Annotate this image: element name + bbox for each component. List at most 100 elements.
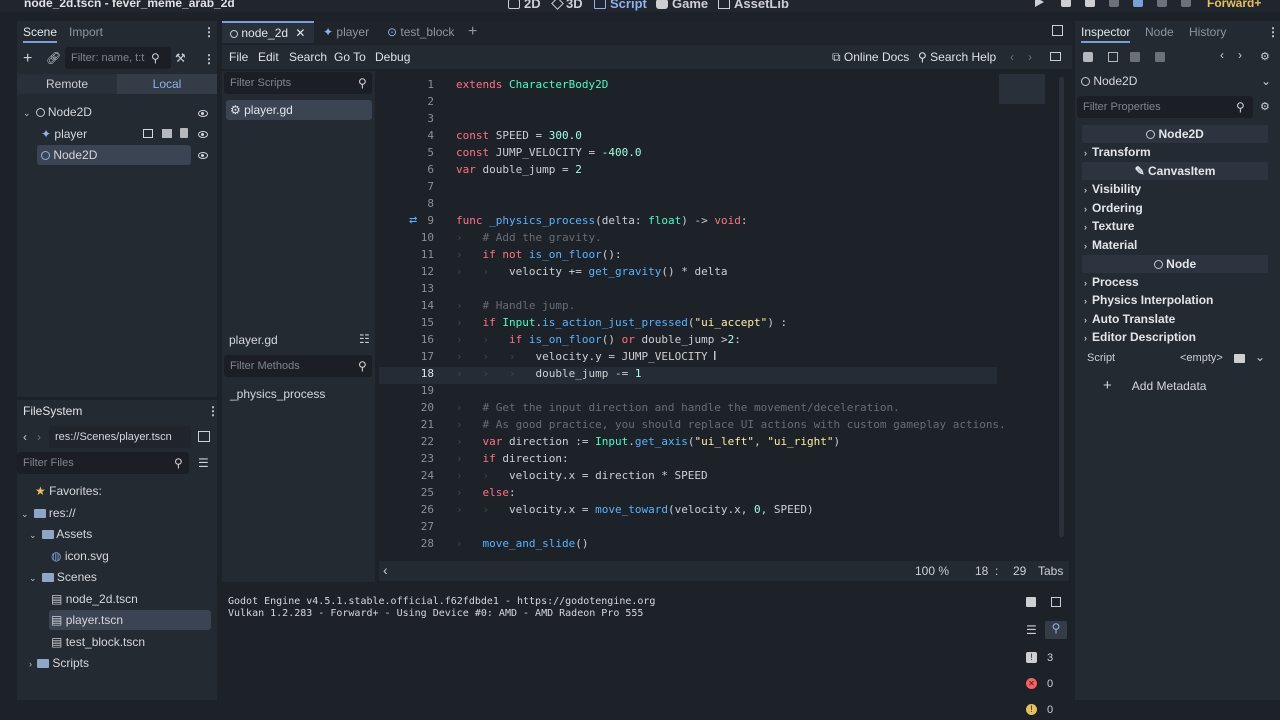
play-scene-icon[interactable] xyxy=(1109,0,1119,7)
movie-icon[interactable] xyxy=(1157,0,1167,7)
search-output-icon[interactable]: ⚲ xyxy=(1045,621,1067,639)
back-arrow-icon[interactable]: ‹ xyxy=(23,430,27,444)
load-resource-icon[interactable] xyxy=(1108,52,1118,62)
filesystem-filter-input[interactable]: Filter Files xyxy=(17,452,189,474)
code-line[interactable]: › › if is_on_floor() or double_jump >2: xyxy=(456,331,741,348)
section-ordering[interactable]: › Ordering xyxy=(1084,199,1143,217)
menu-search[interactable]: Search xyxy=(289,50,327,64)
code-line[interactable]: var double_jump = 2 xyxy=(456,161,582,178)
filter-lines-icon[interactable]: ☰ xyxy=(1026,623,1037,637)
tree-item-node2d-root[interactable]: ⌄ Node2D xyxy=(23,102,211,122)
link-icon[interactable]: 🔗︎ xyxy=(46,51,61,65)
history-back-icon[interactable]: ‹ xyxy=(1220,48,1224,62)
remote-debug-icon[interactable] xyxy=(1133,0,1143,7)
close-icon[interactable]: ✕ xyxy=(295,26,305,40)
sort-icon[interactable]: ☰ xyxy=(198,456,209,470)
file-player-tscn[interactable]: ▤ player.tscn xyxy=(49,610,211,630)
play-icon[interactable] xyxy=(1035,0,1044,7)
indent-mode[interactable]: Tabs xyxy=(1038,564,1063,578)
favorites-item[interactable]: ★ Favorites: xyxy=(35,481,102,501)
object-menu-icon[interactable]: ⚙ xyxy=(1260,50,1270,63)
code-line[interactable]: › var direction := Input.get_axis("ui_le… xyxy=(456,433,840,450)
folder-scripts[interactable]: › Scripts xyxy=(29,653,89,673)
history-forward-icon[interactable]: › xyxy=(1028,50,1032,64)
file-test-block-tscn[interactable]: ▤ test_block.tscn xyxy=(51,632,145,652)
add-tab-icon[interactable]: + xyxy=(468,21,477,43)
add-metadata-button[interactable]: + Add Metadata xyxy=(1103,376,1243,396)
pause-icon[interactable] xyxy=(1061,0,1071,7)
menu-goto[interactable]: Go To xyxy=(334,50,366,64)
code-line[interactable]: func _physics_process(delta: float) -> v… xyxy=(456,212,747,229)
code-line[interactable]: extends CharacterBody2D xyxy=(456,76,608,93)
sort-methods-icon[interactable]: ☷ xyxy=(359,332,370,346)
tree-item-player[interactable]: ✦ player xyxy=(41,124,87,144)
method-list-item[interactable]: _physics_process xyxy=(230,387,325,401)
section-auto-translate[interactable]: › Auto Translate xyxy=(1084,310,1175,328)
code-line[interactable]: › if not is_on_floor(): xyxy=(456,246,622,263)
editor-tab-player[interactable]: ✦ player xyxy=(323,21,369,43)
visibility-eye-icon[interactable] xyxy=(198,110,208,117)
script-icon[interactable] xyxy=(180,128,188,138)
file-icon-svg[interactable]: ◍ icon.svg xyxy=(51,546,109,566)
tab-import[interactable]: Import xyxy=(69,21,103,43)
code-line[interactable]: › › velocity.x = move_toward(velocity.x,… xyxy=(456,501,814,518)
settings-icon[interactable] xyxy=(1181,0,1191,7)
code-line[interactable]: › else: xyxy=(456,484,516,501)
forward-arrow-icon[interactable]: › xyxy=(37,430,41,444)
search-help-button[interactable]: ⚲ Search Help xyxy=(918,50,996,64)
code-line[interactable]: const JUMP_VELOCITY = -400.0 xyxy=(456,144,641,161)
remote-button[interactable]: Remote xyxy=(17,74,117,94)
history-forward-icon[interactable]: › xyxy=(1238,48,1242,62)
tab-inspector[interactable]: Inspector xyxy=(1081,21,1131,43)
tab-history[interactable]: History xyxy=(1189,21,1226,43)
code-line[interactable]: const SPEED = 300.0 xyxy=(456,127,582,144)
code-line[interactable]: › if Input.is_action_just_pressed("ui_ac… xyxy=(456,314,787,331)
dock-menu-icon[interactable]: ⋮ xyxy=(203,25,215,39)
zoom-level[interactable]: 100 % xyxy=(915,564,949,578)
code-line[interactable]: › › › double_jump -= 1 xyxy=(456,365,641,382)
distraction-free-icon[interactable] xyxy=(1052,25,1063,36)
property-options-icon[interactable]: ⚙ xyxy=(1260,100,1270,113)
save-icon[interactable] xyxy=(1130,52,1140,62)
section-material[interactable]: › Material xyxy=(1084,236,1137,254)
script-list-item[interactable]: ⚙ player.gd xyxy=(226,100,372,120)
file-node2d-tscn[interactable]: ▤ node_2d.tscn xyxy=(51,589,138,609)
tab-scene[interactable]: Scene xyxy=(23,21,58,43)
error-icon[interactable]: ✕ xyxy=(1026,678,1037,689)
visibility-eye-icon[interactable] xyxy=(198,152,208,159)
scene-menu-icon[interactable]: ⋮ xyxy=(203,52,215,66)
folder-scenes[interactable]: ⌄ Scenes xyxy=(29,567,97,587)
filter-scripts-input[interactable]: Filter Scripts xyxy=(224,72,372,94)
section-transform[interactable]: › Transform xyxy=(1084,143,1151,161)
section-physics-interpolation[interactable]: › Physics Interpolation xyxy=(1084,291,1213,309)
float-window-icon[interactable] xyxy=(1050,52,1061,61)
code-line[interactable]: › # Get the input direction and handle t… xyxy=(456,399,900,416)
script-attach-icon[interactable]: ⚒ xyxy=(175,51,186,65)
message-icon[interactable]: ! xyxy=(1026,652,1037,663)
tab-node[interactable]: Node xyxy=(1145,21,1174,43)
editor-tab-node2d[interactable]: node_2d ✕ xyxy=(222,21,314,43)
toggle-scripts-panel-icon[interactable]: ‹ xyxy=(383,562,388,578)
folder-res[interactable]: ⌄ res:// xyxy=(21,503,76,523)
menu-file[interactable]: File xyxy=(229,50,248,64)
workspace-game-button[interactable]: Game xyxy=(656,0,708,11)
code-line[interactable]: › › velocity += get_gravity() * delta xyxy=(456,263,728,280)
tab-filesystem[interactable]: FileSystem xyxy=(23,400,82,422)
renderer-label[interactable]: Forward+ xyxy=(1207,0,1261,10)
path-field[interactable]: res://Scenes/player.tscn xyxy=(49,426,191,448)
dock-menu-icon[interactable]: ⋮ xyxy=(207,404,219,418)
chevron-down-icon[interactable]: ⌄ xyxy=(1255,350,1265,364)
section-texture[interactable]: › Texture xyxy=(1084,217,1134,235)
menu-edit[interactable]: Edit xyxy=(258,50,279,64)
section-process[interactable]: › Process xyxy=(1084,273,1139,291)
code-line[interactable]: › if direction: xyxy=(456,450,569,467)
add-node-icon[interactable]: + xyxy=(23,50,32,68)
warning-icon[interactable]: ! xyxy=(1026,704,1037,715)
save-menu-icon[interactable] xyxy=(1155,52,1165,62)
code-line[interactable]: › # As good practice, you should replace… xyxy=(456,416,1006,433)
object-selector[interactable]: Node2D ⌄ xyxy=(1081,74,1271,88)
minimap[interactable] xyxy=(999,74,1045,104)
script-property-value[interactable]: <empty> xyxy=(1180,352,1223,364)
copy-output-icon[interactable] xyxy=(1051,597,1061,607)
workspace-assetlib-button[interactable]: AssetLib xyxy=(718,0,789,11)
